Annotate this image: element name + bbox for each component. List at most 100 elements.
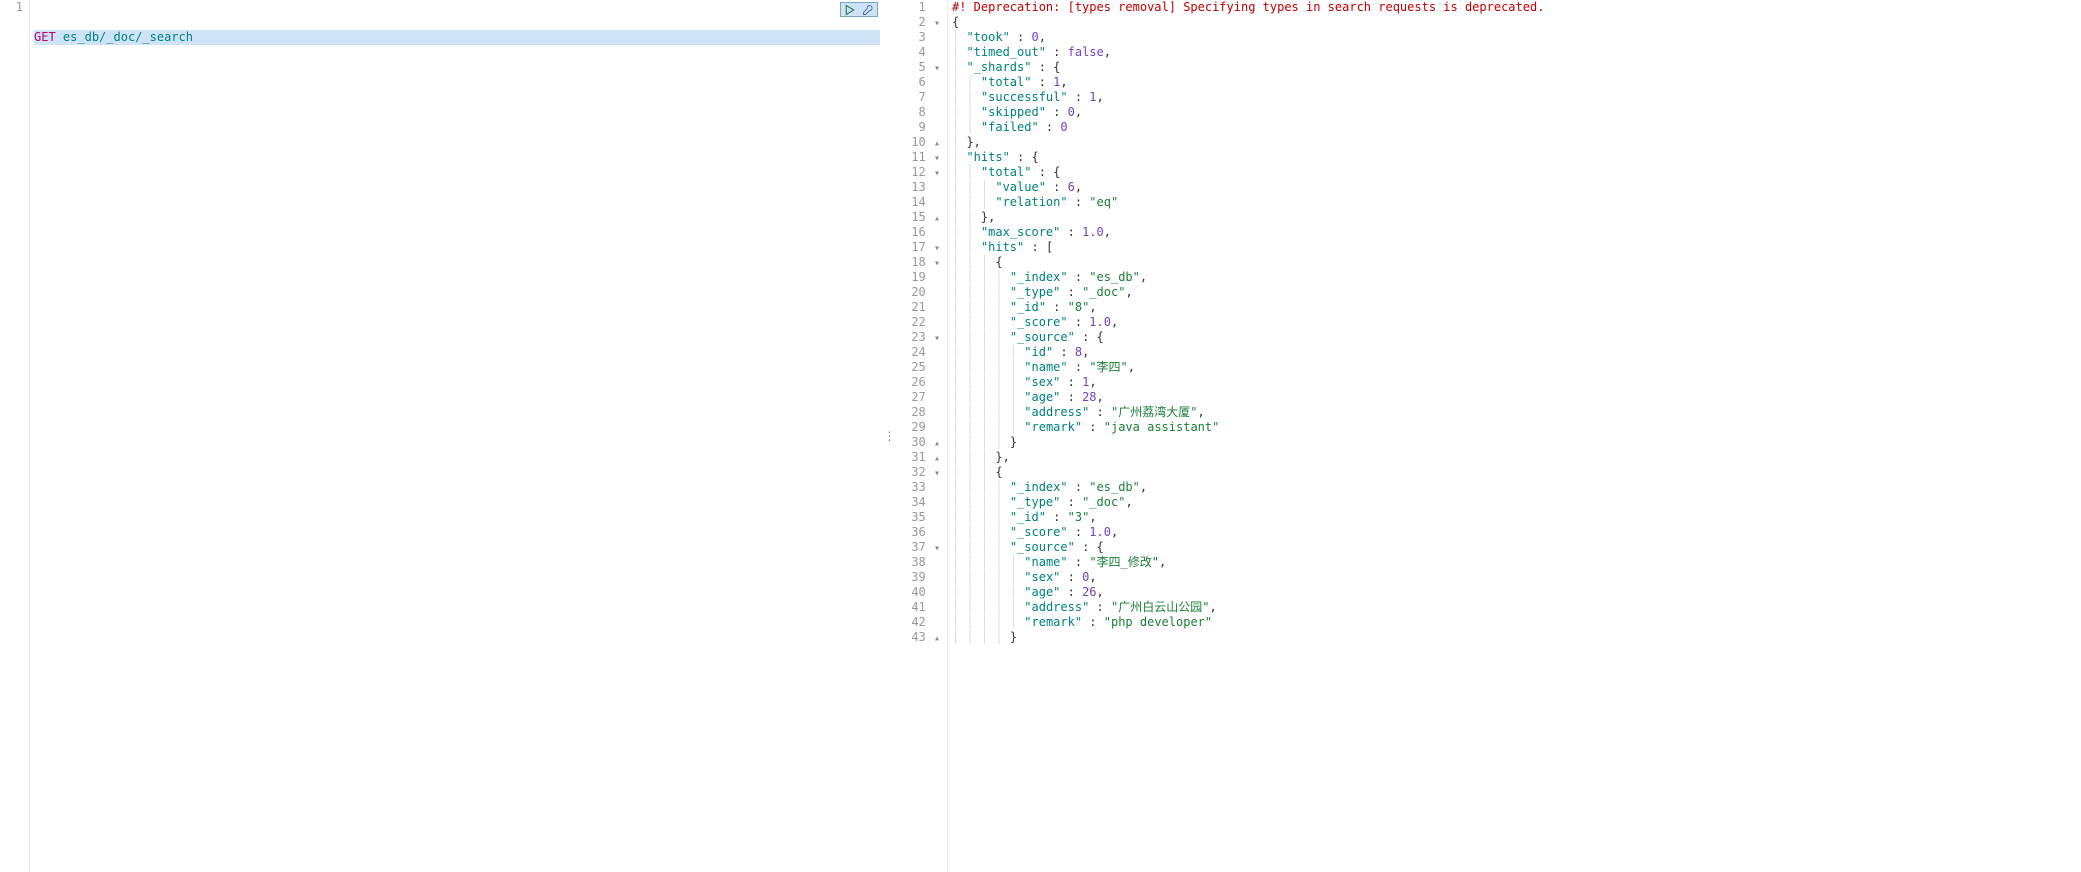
- line-number: 42: [911, 615, 925, 629]
- gutter-line: 35: [900, 510, 941, 525]
- gutter-line: 3: [900, 30, 941, 45]
- gutter-line: 40: [900, 585, 941, 600]
- gutter-line: 1: [900, 0, 941, 15]
- line-number: 8: [919, 105, 926, 119]
- line-number: 39: [911, 570, 925, 584]
- gutter-line: 13: [900, 180, 941, 195]
- line-number: 16: [911, 225, 925, 239]
- line-number: 37: [911, 540, 925, 554]
- response-line: │ │ │ │ │ "remark" : "php developer": [952, 615, 2081, 630]
- gutter-line: 23 ▾: [900, 330, 941, 345]
- line-number: 9: [919, 120, 926, 134]
- gutter-line: 2 ▾: [900, 15, 941, 30]
- fold-toggle-icon[interactable]: ▴: [933, 451, 941, 466]
- fold-toggle-icon[interactable]: ▴: [933, 631, 941, 646]
- line-number: 7: [919, 90, 926, 104]
- wrench-icon: [862, 4, 874, 16]
- line-number: 25: [911, 360, 925, 374]
- gutter-line: 1: [0, 0, 23, 15]
- line-number: 11: [911, 150, 925, 164]
- response-viewer-pane: 1 2 ▾3 4 5 ▾6 7 8 9 10 ▴11 ▾12 ▾13 14 15…: [900, 0, 2081, 872]
- response-line: │ "hits" : {: [952, 150, 2081, 165]
- response-line: │ │ │ │ "_source" : {: [952, 330, 2081, 345]
- gutter-line: 43 ▴: [900, 630, 941, 645]
- line-number: 6: [919, 75, 926, 89]
- fold-toggle-icon[interactable]: ▾: [933, 151, 941, 166]
- gutter-line: 10 ▴: [900, 135, 941, 150]
- response-line: │ │ "max_score" : 1.0,: [952, 225, 2081, 240]
- gutter-line: 7: [900, 90, 941, 105]
- fold-toggle-icon[interactable]: ▴: [933, 436, 941, 451]
- response-gutter: 1 2 ▾3 4 5 ▾6 7 8 9 10 ▴11 ▾12 ▾13 14 15…: [900, 0, 948, 872]
- gutter-line: 31 ▴: [900, 450, 941, 465]
- response-line: │ │ │ "value" : 6,: [952, 180, 2081, 195]
- response-line: │ │ "failed" : 0: [952, 120, 2081, 135]
- gutter-line: 27: [900, 390, 941, 405]
- request-code-area[interactable]: GET es_db/_doc/_search: [30, 0, 880, 872]
- gutter-line: 24: [900, 345, 941, 360]
- fold-toggle-icon[interactable]: ▾: [933, 256, 941, 271]
- request-line[interactable]: GET es_db/_doc/_search: [34, 30, 880, 45]
- request-editor-pane: 1 GET es_db/_doc/_search: [0, 0, 880, 872]
- response-line: │ │ │ │ "_source" : {: [952, 540, 2081, 555]
- response-line: │ │ │ │ "_id" : "8",: [952, 300, 2081, 315]
- fold-toggle-icon[interactable]: ▾: [933, 331, 941, 346]
- gutter-line: 15 ▴: [900, 210, 941, 225]
- response-line: │ "timed_out" : false,: [952, 45, 2081, 60]
- fold-toggle-icon[interactable]: ▾: [933, 61, 941, 76]
- response-line: │ │ │ │ "_index" : "es_db",: [952, 270, 2081, 285]
- gutter-line: 4: [900, 45, 941, 60]
- gutter-line: 11 ▾: [900, 150, 941, 165]
- line-number: 36: [911, 525, 925, 539]
- line-number: 40: [911, 585, 925, 599]
- run-button[interactable]: [841, 3, 859, 16]
- response-line: │ "_shards" : {: [952, 60, 2081, 75]
- fold-toggle-icon[interactable]: ▾: [933, 541, 941, 556]
- line-number: 14: [911, 195, 925, 209]
- line-number: 31: [911, 450, 925, 464]
- gutter-line: 29: [900, 420, 941, 435]
- fold-toggle-icon[interactable]: ▴: [933, 136, 941, 151]
- gutter-line: 19: [900, 270, 941, 285]
- gutter-line: 32 ▾: [900, 465, 941, 480]
- gutter-line: 17 ▾: [900, 240, 941, 255]
- gutter-line: 26: [900, 375, 941, 390]
- pane-divider[interactable]: ⋮: [880, 0, 900, 872]
- wrench-button[interactable]: [859, 3, 877, 16]
- response-line: │ │ │ │ │ "age" : 28,: [952, 390, 2081, 405]
- line-number: 28: [911, 405, 925, 419]
- response-line: │ │ │ │ "_index" : "es_db",: [952, 480, 2081, 495]
- fold-toggle-icon[interactable]: ▾: [933, 241, 941, 256]
- line-number: 34: [911, 495, 925, 509]
- response-line: │ │ │ │ │ "sex" : 1,: [952, 375, 2081, 390]
- response-line: │ │ │ │ │ "age" : 26,: [952, 585, 2081, 600]
- gutter-line: 9: [900, 120, 941, 135]
- response-code-area[interactable]: #! Deprecation: [types removal] Specifyi…: [948, 0, 2081, 872]
- line-number: 5: [919, 60, 926, 74]
- line-number: 27: [911, 390, 925, 404]
- response-line: {: [952, 15, 2081, 30]
- response-line: #! Deprecation: [types removal] Specifyi…: [952, 0, 2081, 15]
- line-number: 35: [911, 510, 925, 524]
- gutter-line: 37 ▾: [900, 540, 941, 555]
- gutter-line: 6: [900, 75, 941, 90]
- line-number: 22: [911, 315, 925, 329]
- fold-toggle-icon[interactable]: ▴: [933, 211, 941, 226]
- response-line: │ │ │ │ │ "name" : "李四_修改",: [952, 555, 2081, 570]
- fold-toggle-icon[interactable]: ▾: [933, 166, 941, 181]
- http-method: GET: [34, 30, 56, 44]
- request-actions: [840, 2, 878, 17]
- fold-toggle-icon[interactable]: ▾: [933, 16, 941, 31]
- gutter-line: 33: [900, 480, 941, 495]
- gutter-line: 5 ▾: [900, 60, 941, 75]
- line-number: 12: [911, 165, 925, 179]
- drag-handle-icon: ⋮: [884, 429, 897, 444]
- response-line: │ │ │ "relation" : "eq": [952, 195, 2081, 210]
- gutter-line: 16: [900, 225, 941, 240]
- response-line: │ │ │ │ }: [952, 435, 2081, 450]
- line-number: 20: [911, 285, 925, 299]
- line-number: 1: [919, 0, 926, 14]
- gutter-line: 18 ▾: [900, 255, 941, 270]
- fold-toggle-icon[interactable]: ▾: [933, 466, 941, 481]
- response-line: │ │ │ │ │ "name" : "李四",: [952, 360, 2081, 375]
